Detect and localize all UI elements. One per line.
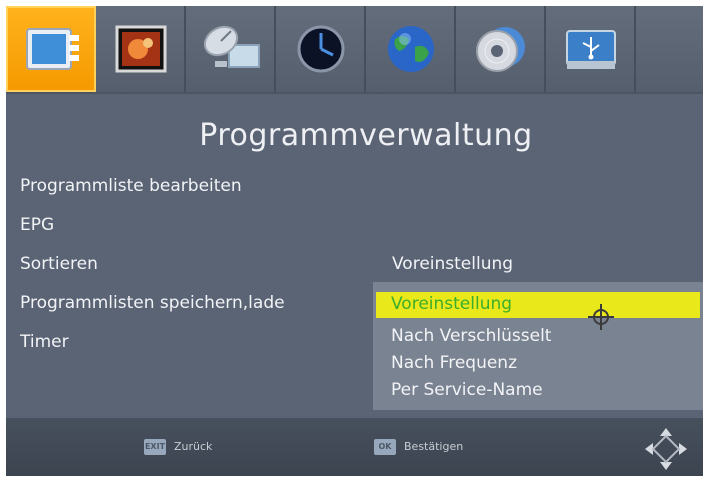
- tab-extra[interactable]: [636, 6, 703, 92]
- navigation-arrows-icon: [645, 428, 687, 470]
- sort-option-default[interactable]: Voreinstellung: [391, 294, 512, 314]
- tab-media[interactable]: [456, 6, 546, 92]
- sort-current-value[interactable]: Voreinstellung: [392, 254, 513, 274]
- tab-time[interactable]: [276, 6, 366, 92]
- sort-dropdown: Voreinstellung Nach Verschlüsselt Nach F…: [373, 282, 703, 410]
- tv-menu-screen: Programmverwaltung Programmliste bearbei…: [6, 6, 703, 476]
- back-hint: Zurück: [174, 440, 213, 453]
- satellite-dish-icon: [203, 25, 260, 68]
- menu-item-edit-list[interactable]: Programmliste bearbeiten: [20, 176, 242, 196]
- crosshair-cursor-icon: [588, 304, 614, 330]
- ok-key-icon: OK: [374, 439, 396, 455]
- top-icon-bar: [6, 6, 703, 94]
- exit-key-icon: EXIT: [144, 439, 166, 455]
- tab-usb[interactable]: [546, 6, 636, 92]
- usb-icon: [566, 30, 616, 69]
- sort-option-encrypted[interactable]: Nach Verschlüsselt: [391, 326, 551, 346]
- tab-satellite[interactable]: [186, 6, 276, 92]
- sort-option-frequency[interactable]: Nach Frequenz: [391, 353, 517, 373]
- menu-item-sort[interactable]: Sortieren: [20, 254, 98, 274]
- tab-programme[interactable]: [6, 6, 96, 92]
- menu-item-epg[interactable]: EPG: [20, 215, 54, 235]
- menu-item-timer[interactable]: Timer: [20, 332, 69, 352]
- tab-network[interactable]: [366, 6, 456, 92]
- globe-icon: [388, 26, 434, 72]
- confirm-hint: Bestätigen: [404, 440, 464, 453]
- sort-option-service-name[interactable]: Per Service-Name: [391, 380, 543, 400]
- programme-icon: [26, 28, 79, 70]
- disc-icon: [476, 27, 525, 72]
- footer-bar: EXIT Zurück OK Bestätigen: [6, 418, 703, 476]
- menu-item-save-lists[interactable]: Programmlisten speichern,lade: [20, 293, 285, 313]
- picture-icon: [115, 25, 167, 73]
- clock-icon: [297, 25, 345, 73]
- tab-picture[interactable]: [96, 6, 186, 92]
- page-title: Programmverwaltung: [199, 118, 533, 153]
